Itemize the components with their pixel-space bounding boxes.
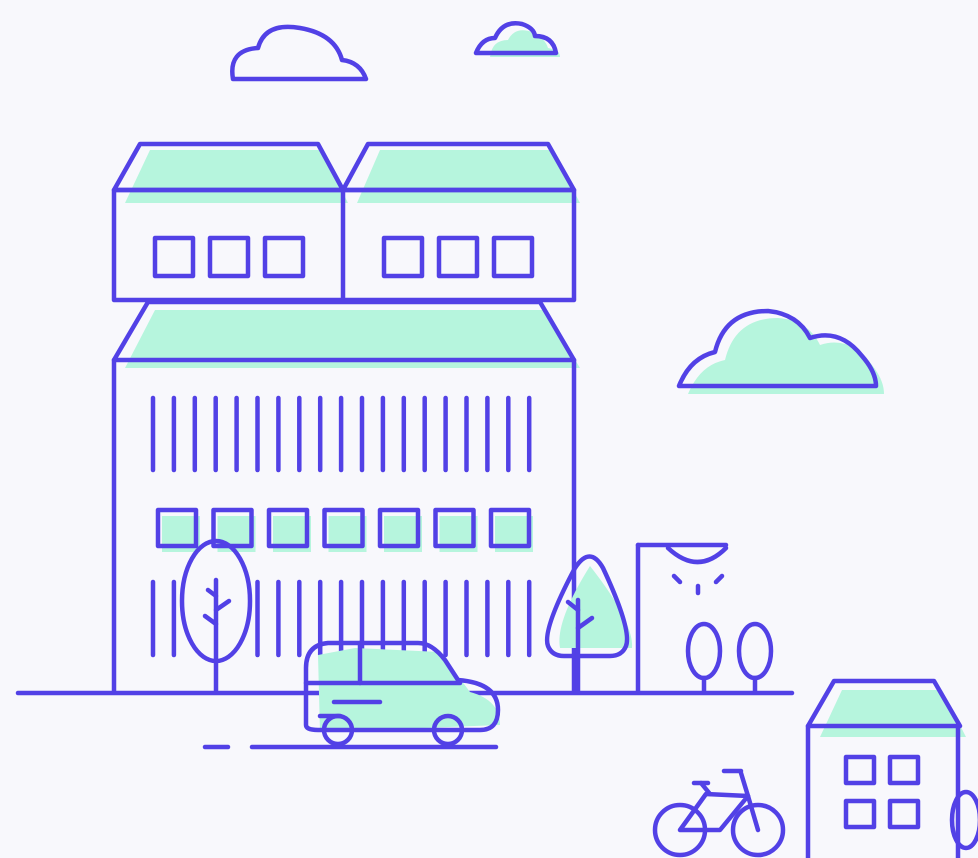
- cloud-top-left-icon: [230, 24, 369, 82]
- car-icon: [303, 640, 501, 747]
- window: [491, 235, 535, 279]
- bicycle-icon: [652, 768, 786, 858]
- tree-oval-icon: [179, 538, 253, 694]
- small-house-icon: [805, 678, 978, 858]
- cloud-top-small-icon: [473, 21, 560, 57]
- tree-cone-icon: [544, 554, 633, 694]
- city-illustration: [15, 21, 978, 858]
- middle-windows: [155, 507, 533, 552]
- window: [381, 235, 425, 279]
- small-trees-icon: [685, 621, 774, 694]
- window: [262, 235, 306, 279]
- window: [152, 235, 196, 279]
- facade-fins-upper: [150, 395, 532, 473]
- window: [207, 235, 251, 279]
- window: [436, 235, 480, 279]
- cloud-right-icon: [676, 308, 884, 394]
- street-lamp-icon: [635, 542, 729, 694]
